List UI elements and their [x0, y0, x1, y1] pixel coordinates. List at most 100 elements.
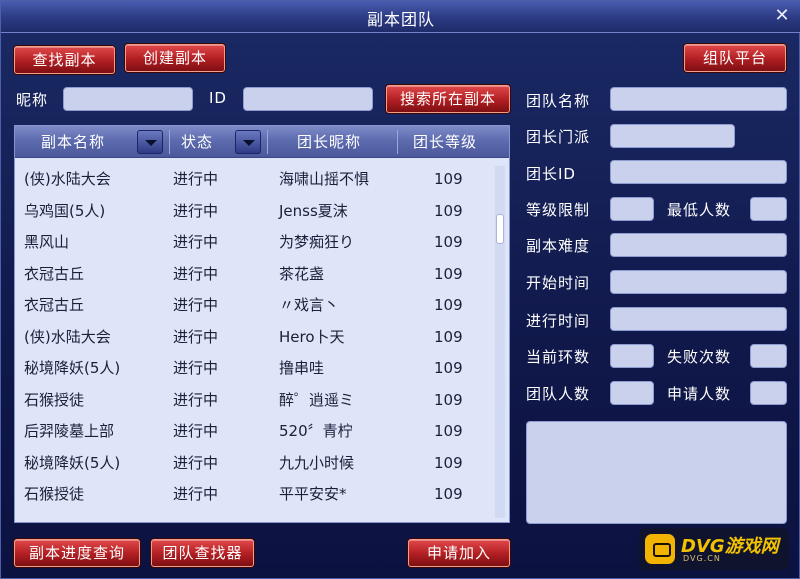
title-bar[interactable]: 副本团队 ✕ [1, 1, 800, 33]
row-dungeon-name: 乌鸡国(5人) [24, 201, 106, 220]
header-divider [397, 130, 398, 154]
row-status: 进行中 [173, 296, 219, 314]
row-leader: 520〞青柠 [279, 422, 353, 440]
row-status: 进行中 [173, 485, 219, 503]
id-label: ID [209, 89, 227, 107]
row-level: 109 [434, 170, 463, 188]
list-row[interactable]: 石猴授徒 进行中 醉゜逍遥ミ 109 [15, 385, 495, 417]
list-row[interactable]: (侠)水陆大会 进行中 Hero卜天 109 [15, 322, 495, 354]
list-row[interactable]: 黑风山 进行中 为梦痴狂り 109 [15, 227, 495, 259]
row-dungeon-name: 衣冠古丘 [24, 296, 85, 314]
team-platform-button[interactable]: 组队平台 [684, 44, 786, 72]
row-leader: 醉゜逍遥ミ [279, 390, 355, 409]
row-status: 进行中 [173, 422, 219, 440]
row-status: 进行中 [173, 390, 219, 409]
row-status: 进行中 [173, 327, 219, 346]
list-row[interactable]: 秘境降妖(5人) 进行中 撸串哇 109 [15, 353, 495, 385]
row-level: 109 [434, 422, 463, 440]
min-people-label: 最低人数 [667, 201, 732, 219]
row-leader: 茶花盏 [279, 264, 325, 283]
list-row[interactable]: (侠)水陆大会 进行中 海啸山摇不惧 109 [15, 164, 495, 196]
window-title: 副本团队 [366, 10, 435, 29]
row-leader: Jenss夏沫 [279, 201, 348, 220]
row-leader: 撸串哇 [279, 359, 325, 377]
row-dungeon-name: 后羿陵墓上部 [24, 422, 115, 440]
site-watermark: DVG游戏网 DVG.CN [639, 528, 789, 570]
dungeon-name-dropdown-icon[interactable] [137, 130, 163, 154]
team-size-label: 团队人数 [526, 385, 591, 403]
list-row[interactable]: 石猴授徒 进行中 平平安安* 109 [15, 479, 495, 511]
find-dungeon-button[interactable]: 查找副本 [14, 46, 115, 74]
header-leader-level: 团长等级 [413, 133, 478, 151]
search-dungeon-button[interactable]: 搜索所在副本 [386, 85, 510, 113]
row-leader: Hero卜天 [279, 327, 345, 346]
leader-sect-field [610, 124, 735, 148]
header-status: 状态 [181, 133, 214, 151]
list-header: 副本名称 状态 团长昵称 团长等级 [15, 126, 509, 158]
header-dungeon-name: 副本名称 [41, 133, 106, 151]
leader-sect-label: 团长门派 [526, 128, 591, 146]
row-dungeon-name: 秘境降妖(5人) [24, 359, 121, 377]
row-dungeon-name: 黑风山 [24, 233, 70, 251]
list-row[interactable]: 衣冠古丘 进行中 茶花盏 109 [15, 259, 495, 291]
list-row[interactable]: 秘境降妖(5人) 进行中 九九小时候 109 [15, 448, 495, 480]
row-leader: 为梦痴狂り [279, 233, 355, 251]
row-level: 109 [434, 390, 463, 409]
row-leader: 九九小时候 [279, 453, 355, 472]
row-dungeon-name: (侠)水陆大会 [24, 170, 111, 188]
current-round-field [610, 344, 654, 368]
start-time-label: 开始时间 [526, 274, 591, 292]
team-size-field [610, 381, 654, 405]
apply-join-button[interactable]: 申请加入 [408, 539, 510, 567]
row-status: 进行中 [173, 201, 219, 220]
row-status: 进行中 [173, 233, 219, 251]
row-status: 进行中 [173, 170, 219, 188]
row-leader: 平平安安* [279, 485, 347, 503]
header-divider [169, 130, 170, 154]
header-divider [267, 130, 268, 154]
close-icon[interactable]: ✕ [771, 5, 793, 27]
status-dropdown-icon[interactable] [235, 130, 261, 154]
team-finder-button[interactable]: 团队查找器 [151, 539, 254, 567]
elapsed-time-field [610, 307, 787, 331]
fail-count-field [750, 344, 787, 368]
difficulty-label: 副本难度 [526, 237, 591, 255]
row-level: 109 [434, 327, 463, 346]
row-level: 109 [434, 201, 463, 220]
row-level: 109 [434, 453, 463, 472]
row-dungeon-name: 秘境降妖(5人) [24, 453, 121, 472]
list-row[interactable]: 后羿陵墓上部 进行中 520〞青柠 109 [15, 416, 495, 448]
dungeon-team-window: 副本团队 ✕ 查找副本 创建副本 组队平台 昵称 ID 搜索所在副本 副本名称 … [0, 0, 800, 579]
scrollbar-thumb[interactable] [496, 214, 504, 244]
applicants-field [750, 381, 787, 405]
row-level: 109 [434, 296, 463, 314]
row-dungeon-name: 衣冠古丘 [24, 264, 85, 283]
row-leader: 海啸山摇不惧 [279, 170, 370, 188]
team-name-field [610, 87, 787, 111]
nickname-label: 昵称 [16, 91, 49, 109]
dungeon-progress-query-button[interactable]: 副本进度查询 [14, 539, 140, 567]
row-dungeon-name: 石猴授徒 [24, 390, 85, 409]
list-row[interactable]: 衣冠古丘 进行中 〃戏言丶 109 [15, 290, 495, 322]
team-name-label: 团队名称 [526, 92, 591, 110]
elapsed-time-label: 进行时间 [526, 312, 591, 330]
id-input[interactable] [243, 87, 373, 111]
nickname-input[interactable] [63, 87, 193, 111]
level-limit-field [610, 197, 654, 221]
list-rows: (侠)水陆大会 进行中 海啸山摇不惧 109 乌鸡国(5人) 进行中 Jenss… [15, 164, 495, 511]
create-dungeon-button[interactable]: 创建副本 [125, 44, 225, 72]
row-level: 109 [434, 359, 463, 377]
list-row[interactable]: 乌鸡国(5人) 进行中 Jenss夏沫 109 [15, 196, 495, 228]
leader-id-field [610, 160, 787, 184]
gamepad-logo-icon [645, 534, 675, 564]
row-dungeon-name: 石猴授徒 [24, 485, 85, 503]
min-people-field [750, 197, 787, 221]
row-dungeon-name: (侠)水陆大会 [24, 327, 111, 346]
row-level: 109 [434, 485, 463, 503]
row-status: 进行中 [173, 264, 219, 283]
current-round-label: 当前环数 [526, 348, 591, 366]
team-description-box [526, 421, 787, 524]
row-leader: 〃戏言丶 [279, 296, 340, 314]
row-level: 109 [434, 233, 463, 251]
leader-id-label: 团长ID [526, 165, 576, 183]
